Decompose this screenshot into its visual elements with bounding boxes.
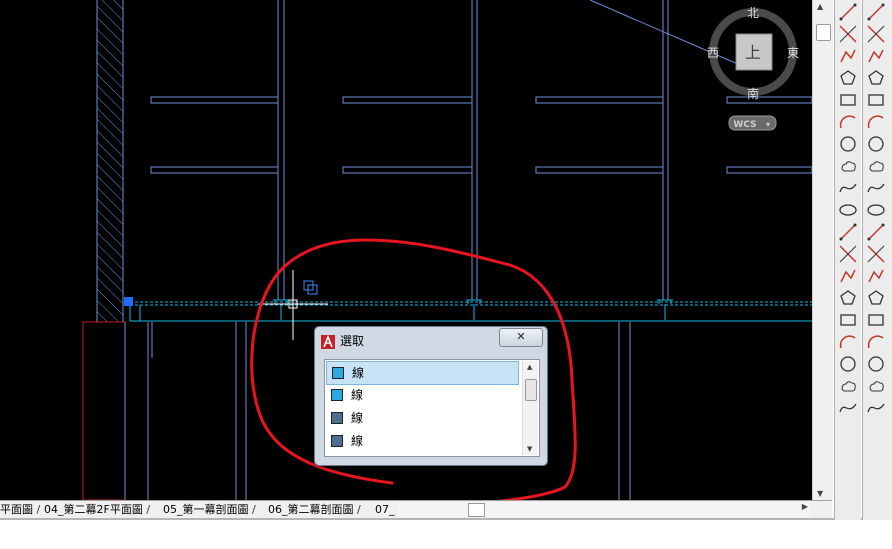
viewcube-face-label: 上 bbox=[745, 43, 761, 62]
draw-toolbar bbox=[834, 0, 861, 520]
color-swatch-icon bbox=[331, 412, 343, 424]
join-icon[interactable] bbox=[866, 266, 886, 286]
vertical-scrollbar[interactable]: ▲ ▼ bbox=[812, 0, 833, 500]
fillet-icon[interactable] bbox=[866, 310, 886, 330]
modify-toolbar bbox=[862, 0, 892, 520]
dialog-title-bar: 選取 bbox=[321, 332, 364, 350]
copy-icon[interactable] bbox=[866, 24, 886, 44]
ellipse-icon[interactable] bbox=[838, 200, 858, 220]
hatch-icon[interactable] bbox=[838, 288, 858, 308]
scroll-thumb[interactable] bbox=[816, 24, 831, 41]
offset-icon[interactable] bbox=[866, 68, 886, 88]
grip-handle[interactable] bbox=[124, 297, 133, 306]
tab-layout-04[interactable]: 04_第二幕2F平面圖 / bbox=[44, 502, 150, 517]
extend-icon[interactable] bbox=[866, 222, 886, 242]
hatched-wall bbox=[97, 0, 123, 322]
color-swatch-icon bbox=[331, 389, 343, 401]
shelf-lines bbox=[150, 96, 812, 174]
viewcube[interactable]: 上 北 南 東 西 bbox=[707, 6, 799, 101]
selection-dialog[interactable]: 選取 ✕ 線 線 線 線 ▲ ▼ bbox=[314, 326, 548, 466]
construction-line-icon[interactable] bbox=[838, 24, 858, 44]
compass-east: 東 bbox=[787, 46, 799, 60]
compass-west: 西 bbox=[707, 46, 719, 60]
mirror-icon[interactable] bbox=[866, 46, 886, 66]
selected-beam[interactable] bbox=[124, 297, 812, 322]
tab-layout-03[interactable]: 平面圖 / bbox=[0, 502, 40, 517]
selection-preview-icon bbox=[303, 280, 318, 295]
gradient-icon[interactable] bbox=[838, 310, 858, 330]
scroll-down-icon[interactable]: ▼ bbox=[527, 445, 532, 453]
compass-north: 北 bbox=[747, 6, 759, 20]
horizontal-scrollbar[interactable]: ▶ bbox=[398, 502, 810, 517]
tab-layout-07[interactable]: 07_ bbox=[375, 502, 395, 517]
region-icon[interactable] bbox=[838, 332, 858, 352]
autocad-logo-icon bbox=[321, 334, 335, 349]
list-item[interactable]: 線 bbox=[326, 407, 517, 429]
tab-layout-05[interactable]: 05_第一幕剖面圖 / bbox=[163, 502, 256, 517]
add-selected-icon[interactable] bbox=[838, 398, 858, 418]
revision-cloud-icon[interactable] bbox=[838, 156, 858, 176]
point-icon[interactable] bbox=[838, 266, 858, 286]
line-icon[interactable] bbox=[838, 2, 858, 22]
layout-tab-bar: 平面圖 / 04_第二幕2F平面圖 / 05_第一幕剖面圖 / 06_第二幕剖面… bbox=[0, 500, 832, 519]
compass-south: 南 bbox=[747, 86, 759, 101]
selection-list[interactable]: 線 線 線 線 ▲ ▼ bbox=[324, 359, 540, 457]
scroll-down-icon[interactable]: ▼ bbox=[817, 489, 823, 498]
trim-icon[interactable] bbox=[866, 200, 886, 220]
hscroll-thumb[interactable] bbox=[468, 503, 485, 517]
scale-icon[interactable] bbox=[866, 156, 886, 176]
move-icon[interactable] bbox=[866, 112, 886, 132]
wcs-menu[interactable]: WCS ▾ bbox=[728, 115, 777, 131]
red-column bbox=[82, 321, 126, 500]
list-scrollbar[interactable]: ▲ ▼ bbox=[522, 361, 538, 455]
stretch-icon[interactable] bbox=[866, 178, 886, 198]
dim-angular-icon[interactable] bbox=[866, 398, 886, 418]
arc-icon[interactable] bbox=[838, 112, 858, 132]
list-item[interactable]: 線 bbox=[326, 361, 519, 385]
make-block-icon[interactable] bbox=[838, 244, 858, 264]
table-icon[interactable] bbox=[838, 354, 858, 374]
spline-icon[interactable] bbox=[838, 178, 858, 198]
dialog-title: 選取 bbox=[340, 334, 365, 348]
scroll-up-icon[interactable]: ▲ bbox=[817, 2, 823, 11]
scroll-up-icon[interactable]: ▲ bbox=[527, 363, 532, 371]
circle-icon[interactable] bbox=[838, 134, 858, 154]
polyline-icon[interactable] bbox=[838, 46, 858, 66]
dim-aligned-icon[interactable] bbox=[866, 376, 886, 396]
wcs-label: WCS bbox=[733, 120, 756, 130]
erase-icon[interactable] bbox=[866, 2, 886, 22]
command-area[interactable] bbox=[0, 518, 892, 549]
color-swatch-icon bbox=[332, 367, 344, 379]
list-item[interactable]: 線 bbox=[326, 384, 517, 406]
explode-icon[interactable] bbox=[866, 332, 886, 352]
rotate-icon[interactable] bbox=[866, 134, 886, 154]
svg-text:▾: ▾ bbox=[766, 120, 770, 129]
list-scroll-thumb[interactable] bbox=[525, 379, 537, 401]
list-item[interactable]: 線 bbox=[326, 430, 517, 452]
insert-block-icon[interactable] bbox=[838, 222, 858, 242]
array-icon[interactable] bbox=[866, 90, 886, 110]
tab-layout-06[interactable]: 06_第二幕剖面圖 / bbox=[268, 502, 361, 517]
chamfer-icon[interactable] bbox=[866, 288, 886, 308]
rectangle-icon[interactable] bbox=[838, 90, 858, 110]
polygon-icon[interactable] bbox=[838, 68, 858, 88]
break-icon[interactable] bbox=[866, 244, 886, 264]
close-button[interactable]: ✕ bbox=[499, 328, 543, 347]
color-swatch-icon bbox=[331, 435, 343, 447]
scroll-right-icon[interactable]: ▶ bbox=[802, 502, 808, 511]
dim-linear-icon[interactable] bbox=[866, 354, 886, 374]
multiline-text-icon[interactable] bbox=[838, 376, 858, 396]
